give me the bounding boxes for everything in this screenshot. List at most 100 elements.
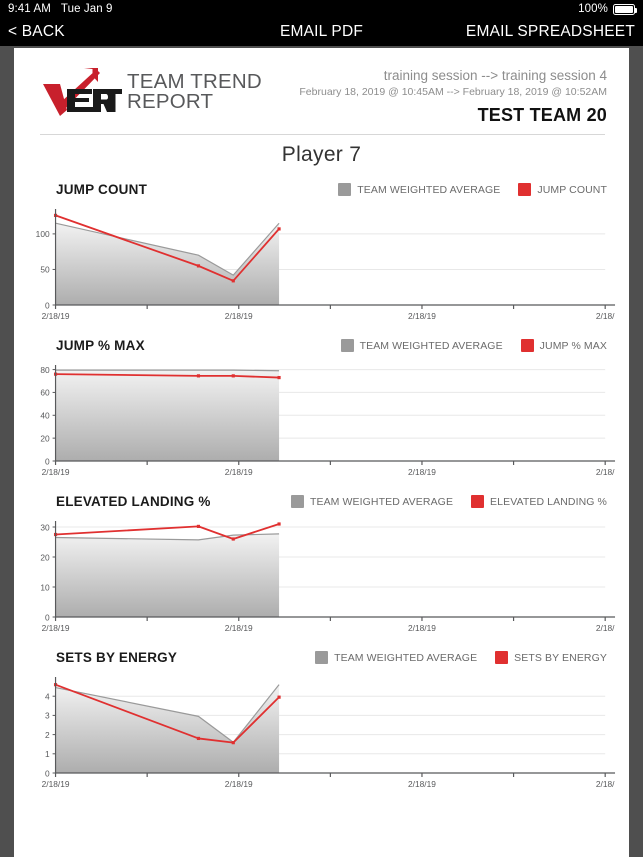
report-page-container: TEAM TREND REPORT training session --> t… bbox=[0, 46, 643, 857]
svg-text:2/18/: 2/18/ bbox=[596, 623, 615, 633]
legend-item: TEAM WEIGHTED AVERAGE bbox=[340, 339, 503, 353]
page-title: Player 7 bbox=[281, 142, 362, 166]
legend-swatch-icon bbox=[471, 495, 485, 509]
chart-legend: TEAM WEIGHTED AVERAGE ELEVATED LANDING % bbox=[290, 495, 607, 509]
legend-label: JUMP COUNT bbox=[537, 183, 607, 196]
session-range-label: training session --> training session 4 bbox=[383, 68, 607, 83]
chart-legend: TEAM WEIGHTED AVERAGE JUMP COUNT bbox=[338, 183, 607, 197]
legend-swatch-icon bbox=[495, 651, 509, 665]
navigation-bar: < BACK EMAIL PDF EMAIL SPREADSHEET bbox=[0, 18, 643, 46]
svg-text:20: 20 bbox=[40, 433, 50, 443]
brand-logo-block: TEAM TREND REPORT bbox=[40, 62, 262, 118]
svg-text:2/18/19: 2/18/19 bbox=[42, 467, 70, 477]
svg-text:1: 1 bbox=[45, 749, 50, 759]
svg-text:2/18/19: 2/18/19 bbox=[225, 779, 253, 789]
svg-text:2/18/19: 2/18/19 bbox=[42, 623, 70, 633]
legend-item: SETS BY ENERGY bbox=[495, 651, 607, 665]
svg-text:100: 100 bbox=[36, 229, 50, 239]
report-meta: training session --> training session 4 … bbox=[299, 62, 607, 126]
legend-swatch-icon bbox=[518, 183, 532, 197]
legend-item: TEAM WEIGHTED AVERAGE bbox=[315, 651, 478, 665]
svg-text:0: 0 bbox=[45, 300, 50, 310]
email-spreadsheet-button[interactable]: EMAIL SPREADSHEET bbox=[466, 23, 635, 41]
battery-percent-label: 100% bbox=[578, 3, 608, 15]
legend-item: TEAM WEIGHTED AVERAGE bbox=[290, 495, 454, 509]
svg-text:4: 4 bbox=[45, 691, 50, 701]
chart-header: ELEVATED LANDING % TEAM WEIGHTED AVERAGE E… bbox=[26, 493, 617, 511]
chart-block: ELEVATED LANDING % TEAM WEIGHTED AVERAGE E… bbox=[26, 493, 617, 641]
svg-text:3: 3 bbox=[45, 710, 50, 720]
svg-text:50: 50 bbox=[40, 264, 50, 274]
report-sheet: TEAM TREND REPORT training session --> t… bbox=[14, 48, 629, 857]
svg-text:2/18/: 2/18/ bbox=[596, 311, 615, 321]
svg-text:10: 10 bbox=[40, 582, 50, 592]
svg-text:0: 0 bbox=[45, 456, 50, 466]
status-bar-left: 9:41 AM Tue Jan 9 bbox=[8, 3, 113, 15]
logo-word-line-2: REPORT bbox=[127, 90, 214, 113]
chart-block: SETS BY ENERGY TEAM WEIGHTED AVERAGE SETS … bbox=[26, 649, 617, 797]
chart-title: JUMP % MAX bbox=[56, 338, 145, 354]
chart-title: SETS BY ENERGY bbox=[56, 650, 178, 666]
svg-text:2: 2 bbox=[45, 729, 50, 739]
vert-logo-icon bbox=[43, 68, 122, 116]
legend-label: TEAM WEIGHTED AVERAGE bbox=[334, 651, 478, 664]
legend-swatch-icon bbox=[340, 339, 354, 353]
legend-label: SETS BY ENERGY bbox=[514, 651, 607, 664]
report-header: TEAM TREND REPORT training session --> t… bbox=[14, 58, 629, 126]
back-button[interactable]: < BACK bbox=[8, 23, 65, 41]
chart-block: JUMP COUNT TEAM WEIGHTED AVERAGE JUMP COUN… bbox=[26, 181, 617, 329]
chart-header: JUMP COUNT TEAM WEIGHTED AVERAGE JUMP COUN… bbox=[26, 181, 617, 199]
charts-container: JUMP COUNT TEAM WEIGHTED AVERAGE JUMP COUN… bbox=[14, 169, 629, 797]
chart-plot-area: 0 20 40 60 80 2/18/19 2/18/19 2/18/19 2/18/ bbox=[26, 357, 617, 485]
chart-legend: TEAM WEIGHTED AVERAGE SETS BY ENERGY bbox=[315, 651, 607, 665]
svg-text:30: 30 bbox=[40, 522, 50, 532]
svg-text:2/18/19: 2/18/19 bbox=[408, 779, 436, 789]
legend-label: TEAM WEIGHTED AVERAGE bbox=[309, 495, 454, 508]
legend-swatch-icon bbox=[315, 651, 329, 665]
svg-text:2/18/19: 2/18/19 bbox=[408, 467, 436, 477]
svg-text:2/18/: 2/18/ bbox=[596, 467, 615, 477]
ios-status-bar: 9:41 AM Tue Jan 9 100% bbox=[0, 0, 643, 18]
svg-text:2/18/19: 2/18/19 bbox=[225, 467, 253, 477]
svg-text:2/18/19: 2/18/19 bbox=[225, 623, 253, 633]
legend-label: ELEVATED LANDING % bbox=[490, 495, 607, 508]
chart-title: ELEVATED LANDING % bbox=[56, 494, 211, 510]
legend-item: ELEVATED LANDING % bbox=[471, 495, 607, 509]
svg-text:2/18/19: 2/18/19 bbox=[225, 311, 253, 321]
date-range-label: February 18, 2019 @ 10:45AM --> February… bbox=[299, 85, 607, 98]
svg-text:2/18/: 2/18/ bbox=[596, 779, 615, 789]
chart-plot-area: 0 1 2 3 4 2/18/19 2/18/19 2/18/19 2/18/ bbox=[26, 669, 617, 797]
status-bar-time: 9:41 AM bbox=[8, 3, 51, 15]
svg-text:0: 0 bbox=[45, 768, 50, 778]
legend-swatch-icon bbox=[338, 183, 352, 197]
svg-text:20: 20 bbox=[40, 552, 50, 562]
svg-text:0: 0 bbox=[45, 612, 50, 622]
chart-header: JUMP % MAX TEAM WEIGHTED AVERAGE JUMP % MA… bbox=[26, 337, 617, 355]
svg-text:2/18/19: 2/18/19 bbox=[42, 311, 70, 321]
legend-swatch-icon bbox=[520, 339, 534, 353]
legend-item: JUMP COUNT bbox=[518, 183, 607, 197]
chart-block: JUMP % MAX TEAM WEIGHTED AVERAGE JUMP % MA… bbox=[26, 337, 617, 485]
legend-label: TEAM WEIGHTED AVERAGE bbox=[359, 339, 503, 352]
legend-label: TEAM WEIGHTED AVERAGE bbox=[357, 183, 501, 196]
svg-text:2/18/19: 2/18/19 bbox=[408, 623, 436, 633]
svg-text:2/18/19: 2/18/19 bbox=[42, 779, 70, 789]
svg-text:40: 40 bbox=[40, 410, 50, 420]
svg-text:60: 60 bbox=[40, 387, 50, 397]
status-bar-date: Tue Jan 9 bbox=[60, 3, 113, 15]
svg-text:2/18/19: 2/18/19 bbox=[408, 311, 436, 321]
status-bar-right: 100% bbox=[578, 3, 638, 15]
svg-text:80: 80 bbox=[40, 364, 50, 374]
legend-swatch-icon bbox=[290, 495, 304, 509]
chart-plot-area: 0 10 20 30 2/18/19 2/18/19 2/18/19 2/18/ bbox=[26, 513, 617, 641]
legend-item: JUMP % MAX bbox=[520, 339, 607, 353]
battery-full-icon bbox=[613, 3, 638, 15]
chart-plot-area: 0 50 100 2/18/19 2/18/19 2/18/19 2/18/ bbox=[26, 201, 617, 329]
chart-title: JUMP COUNT bbox=[56, 182, 148, 198]
logo-wordmark: TEAM TREND REPORT bbox=[127, 72, 262, 113]
legend-label: JUMP % MAX bbox=[539, 339, 607, 352]
chart-header: SETS BY ENERGY TEAM WEIGHTED AVERAGE SETS … bbox=[26, 649, 617, 667]
chart-legend: TEAM WEIGHTED AVERAGE JUMP % MAX bbox=[340, 339, 607, 353]
legend-item: TEAM WEIGHTED AVERAGE bbox=[338, 183, 501, 197]
team-name-label: TEST TEAM 20 bbox=[477, 104, 607, 125]
